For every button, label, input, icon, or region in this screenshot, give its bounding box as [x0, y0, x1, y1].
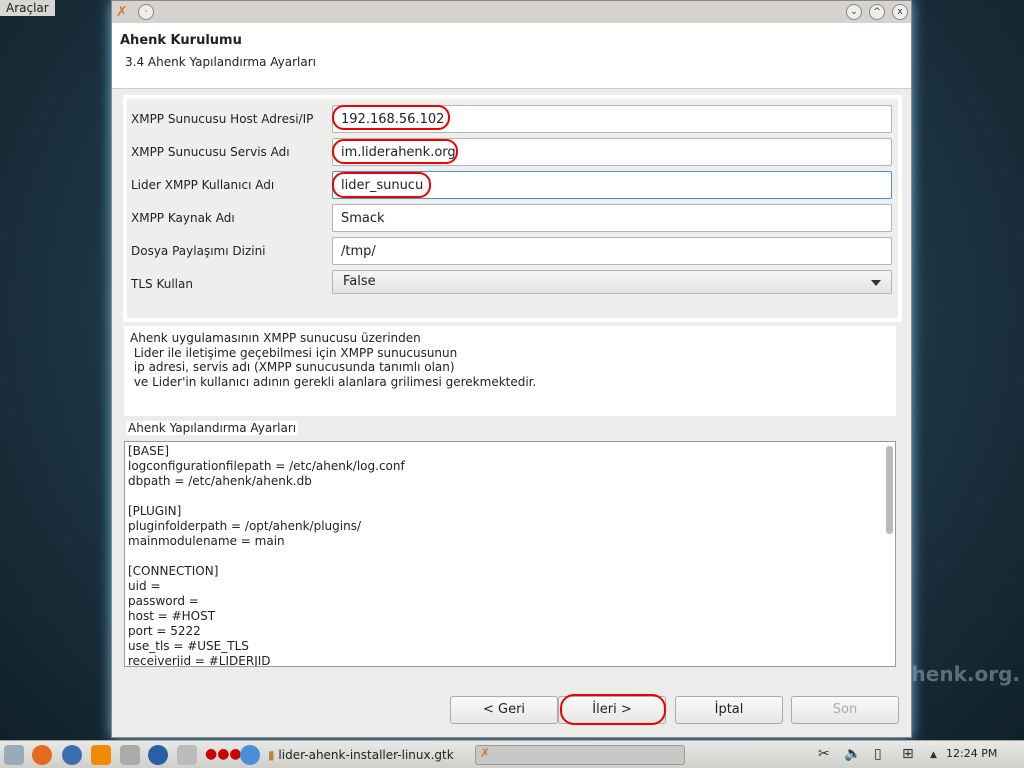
- service-row: XMPP Sunucusu Servis Adı im.liderahenk.or…: [127, 138, 898, 166]
- start-menu-icon[interactable]: [4, 745, 24, 765]
- app-icon: ✗: [480, 746, 491, 760]
- host-label: XMPP Sunucusu Host Adresi/IP: [131, 112, 314, 126]
- vlc-icon[interactable]: [91, 745, 111, 765]
- folder-icon: ▮: [268, 748, 279, 762]
- wizard-header: Ahenk Kurulumu 3.4 Ahenk Yapılandırma Ay…: [112, 23, 911, 89]
- files-icon[interactable]: [120, 745, 140, 765]
- task-label: lider-ahenk-installer-linux.gtk: [278, 748, 454, 762]
- browser-icon[interactable]: [148, 745, 168, 765]
- minimize-button[interactable]: ⌄: [846, 4, 862, 20]
- username-label: Lider XMPP Kullanıcı Adı: [131, 178, 275, 192]
- page-subtitle: 3.4 Ahenk Yapılandırma Ayarları: [125, 55, 317, 69]
- config-text: [BASE] logconfigurationfilepath = /etc/a…: [128, 444, 405, 667]
- dots-icon[interactable]: ●●●: [205, 746, 242, 762]
- config-label: Ahenk Yapılandırma Ayarları: [126, 421, 299, 435]
- share-dir-label: Dosya Paylaşımı Dizini: [131, 244, 266, 258]
- network-icon[interactable]: ⊞: [902, 746, 914, 762]
- username-row: Lider XMPP Kullanıcı Adı lider_sunucu: [127, 171, 898, 199]
- finish-button: Son: [791, 696, 899, 724]
- battery-icon[interactable]: ▯: [874, 746, 882, 762]
- tls-row: TLS Kullan False: [127, 270, 898, 298]
- scrollbar[interactable]: [886, 446, 893, 534]
- taskbar: ●●● ▮ lider-ahenk-installer-linux.gtk ✗ …: [0, 740, 1024, 768]
- service-label: XMPP Sunucusu Servis Adı: [131, 145, 290, 159]
- cancel-button[interactable]: İptal: [675, 696, 783, 724]
- task-installer[interactable]: ▮ lider-ahenk-installer-linux.gtk: [268, 746, 454, 764]
- window-menu-button[interactable]: ·: [138, 4, 154, 20]
- tls-label: TLS Kullan: [131, 277, 193, 291]
- highlight-ring: [560, 694, 666, 725]
- resource-row: XMPP Kaynak Adı Smack: [127, 204, 898, 232]
- resource-input[interactable]: Smack: [332, 204, 892, 232]
- highlight-ring: [332, 139, 458, 164]
- highlight-ring: [332, 172, 431, 198]
- share-dir-input[interactable]: /tmp/: [332, 237, 892, 265]
- scissors-icon[interactable]: ✂: [818, 746, 830, 762]
- description-text: Ahenk uygulamasının XMPP sunucusu üzerin…: [124, 326, 896, 416]
- tray-expand-icon[interactable]: ▲: [930, 750, 937, 760]
- tools-menu[interactable]: Araçlar: [0, 0, 55, 16]
- share-dir-row: Dosya Paylaşımı Dizini/tmp/: [127, 237, 898, 265]
- clock[interactable]: 12:24 PM: [946, 747, 997, 760]
- app-icon: ✗: [116, 4, 128, 20]
- network-app-icon[interactable]: [240, 745, 260, 765]
- title-bar[interactable]: ✗ · ⌄ ^ x: [112, 1, 911, 23]
- settings-form: XMPP Sunucusu Host Adresi/IP 192.168.56.1…: [123, 95, 902, 322]
- thunderbird-icon[interactable]: [62, 745, 82, 765]
- resource-label: XMPP Kaynak Adı: [131, 211, 235, 225]
- firefox-icon[interactable]: [32, 745, 52, 765]
- task-active-window[interactable]: ✗: [475, 745, 685, 765]
- back-button[interactable]: < Geri: [450, 696, 558, 724]
- settings-icon[interactable]: [177, 745, 197, 765]
- tls-value: False: [343, 274, 376, 289]
- tls-select[interactable]: False: [332, 270, 892, 294]
- chevron-down-icon: [871, 280, 881, 286]
- volume-icon[interactable]: 🔈: [844, 746, 861, 762]
- highlight-ring: [332, 105, 450, 130]
- close-button[interactable]: x: [892, 4, 908, 20]
- config-textarea[interactable]: [BASE] logconfigurationfilepath = /etc/a…: [124, 441, 896, 667]
- page-title: Ahenk Kurulumu: [120, 33, 242, 48]
- host-row: XMPP Sunucusu Host Adresi/IP 192.168.56.1…: [127, 105, 898, 133]
- maximize-button[interactable]: ^: [869, 4, 885, 20]
